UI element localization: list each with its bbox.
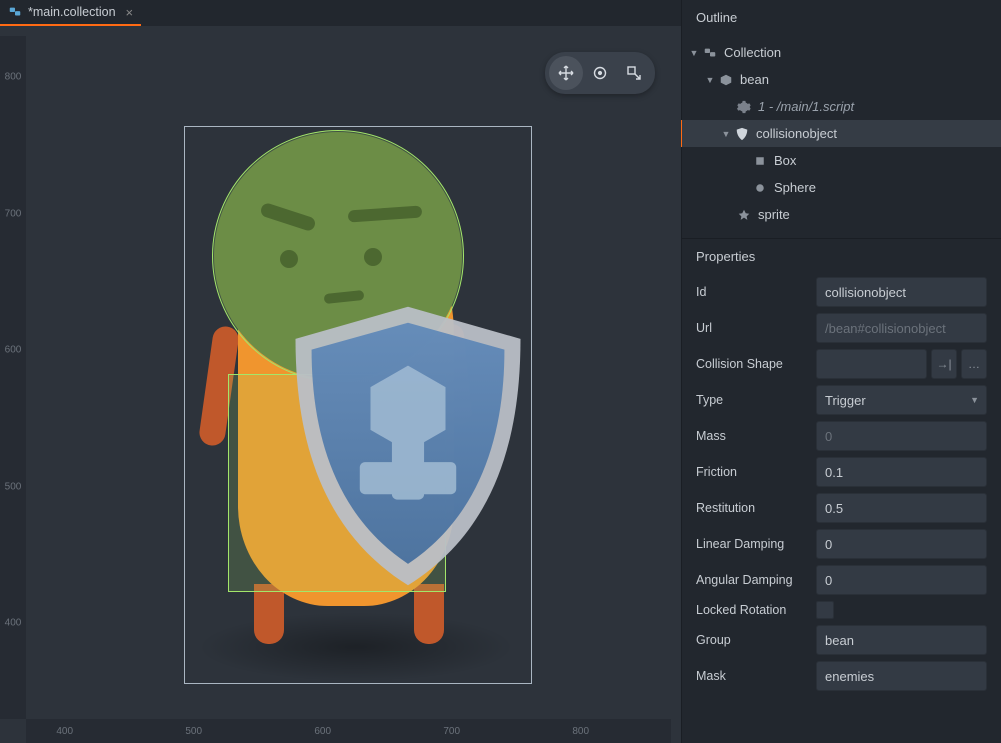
outline-tree: ▼ Collection ▼ bean 1 - /main/1.script [682,35,1001,238]
outline-node-box[interactable]: Box [682,147,1001,174]
ruler-horizontal: 400 500 600 700 800 [26,719,671,743]
properties-panel: Properties Id Url /bean#collisionobject … [682,238,1001,743]
ruler-tick: 700 [443,719,460,743]
outline-node-bean[interactable]: ▼ bean [682,66,1001,93]
tool-move-button[interactable] [549,56,583,90]
prop-type: Type Trigger ▼ [682,382,1001,418]
ruler-tick: 500 [185,719,202,743]
restitution-input[interactable] [816,493,987,523]
ruler-tick: 500 [0,481,26,492]
chevron-down-icon[interactable]: ▼ [688,48,700,58]
outline-label: Sphere [774,180,816,195]
ruler-tick: 400 [0,618,26,629]
prop-label: Url [696,321,808,335]
prop-mask: Mask [682,658,1001,694]
collection-icon [8,5,22,19]
prop-label: Mass [696,429,808,443]
properties-title: Properties [682,239,1001,274]
ruler-tick: 600 [0,345,26,356]
gear-icon [736,99,752,115]
tab-main-collection[interactable]: *main.collection × [0,0,141,26]
character-shadow [196,612,516,682]
prop-label: Mask [696,669,808,683]
outline-panel: Outline ▼ Collection ▼ bean 1 [682,0,1001,238]
prop-label: Id [696,285,808,299]
locked-rotation-checkbox[interactable] [816,601,834,619]
tool-scale-button[interactable] [617,56,651,90]
sphere-icon [752,180,768,196]
outline-node-script[interactable]: 1 - /main/1.script [682,93,1001,120]
outline-node-sphere[interactable]: Sphere [682,174,1001,201]
prop-label: Friction [696,465,808,479]
ruler-tick: 800 [572,719,589,743]
ruler-tick: 400 [56,719,73,743]
prop-label: Collision Shape [696,357,808,371]
ruler-tick: 700 [0,208,26,219]
prop-collision-shape: Collision Shape →| … [682,346,1001,382]
sprite-icon [736,207,752,223]
gameobject-icon [718,72,734,88]
chevron-down-icon[interactable]: ▼ [720,129,732,139]
prop-restitution: Restitution [682,490,1001,526]
angular-damping-input[interactable] [816,565,987,595]
ruler-tick: 600 [314,719,331,743]
outline-label: 1 - /main/1.script [758,99,854,114]
mass-input [816,421,987,451]
app-root: *main.collection × 800 700 600 500 400 4… [0,0,1001,743]
shield-icon [734,126,750,142]
canvas[interactable] [26,36,671,719]
prop-linear-damping: Linear Damping [682,526,1001,562]
prop-label: Type [696,393,808,407]
ruler-vertical: 800 700 600 500 400 [0,36,26,719]
shield-icon [274,296,542,596]
prop-friction: Friction [682,454,1001,490]
outline-node-sprite[interactable]: sprite [682,201,1001,228]
prop-label: Angular Damping [696,573,808,587]
outline-label: collisionobject [756,126,837,141]
collision-shape-input[interactable] [816,349,927,379]
ruler-tick: 800 [0,71,26,82]
prop-id: Id [682,274,1001,310]
group-input[interactable] [816,625,987,655]
prop-url: Url /bean#collisionobject [682,310,1001,346]
linear-damping-input[interactable] [816,529,987,559]
outline-label: Box [774,153,796,168]
collection-icon [702,45,718,61]
tab-close-icon[interactable]: × [126,5,134,20]
prop-label: Group [696,633,808,647]
id-input[interactable] [816,277,987,307]
viewport-toolbar [545,52,655,94]
editor-pane: *main.collection × 800 700 600 500 400 4… [0,0,681,743]
prop-group: Group [682,622,1001,658]
goto-resource-button[interactable]: →| [931,349,957,379]
prop-angular-damping: Angular Damping [682,562,1001,598]
outline-label: Collection [724,45,781,60]
outline-title: Outline [682,0,1001,35]
browse-button[interactable]: … [961,349,987,379]
outline-node-collection[interactable]: ▼ Collection [682,39,1001,66]
inspector-pane: Outline ▼ Collection ▼ bean 1 [681,0,1001,743]
prop-locked-rotation: Locked Rotation [682,598,1001,622]
outline-label: bean [740,72,769,87]
box-icon [752,153,768,169]
tool-rotate-button[interactable] [583,56,617,90]
tab-title: *main.collection [28,5,116,19]
prop-label: Linear Damping [696,537,808,551]
prop-label: Restitution [696,501,808,515]
chevron-down-icon[interactable]: ▼ [704,75,716,85]
outline-label: sprite [758,207,790,222]
mask-input[interactable] [816,661,987,691]
url-field: /bean#collisionobject [816,313,987,343]
type-select[interactable]: Trigger [816,385,987,415]
tab-bar: *main.collection × [0,0,681,26]
friction-input[interactable] [816,457,987,487]
prop-label: Locked Rotation [696,603,808,617]
viewport[interactable]: 800 700 600 500 400 400 500 600 700 800 [0,26,681,743]
prop-mass: Mass [682,418,1001,454]
outline-node-collisionobject[interactable]: ▼ collisionobject [679,120,1001,147]
